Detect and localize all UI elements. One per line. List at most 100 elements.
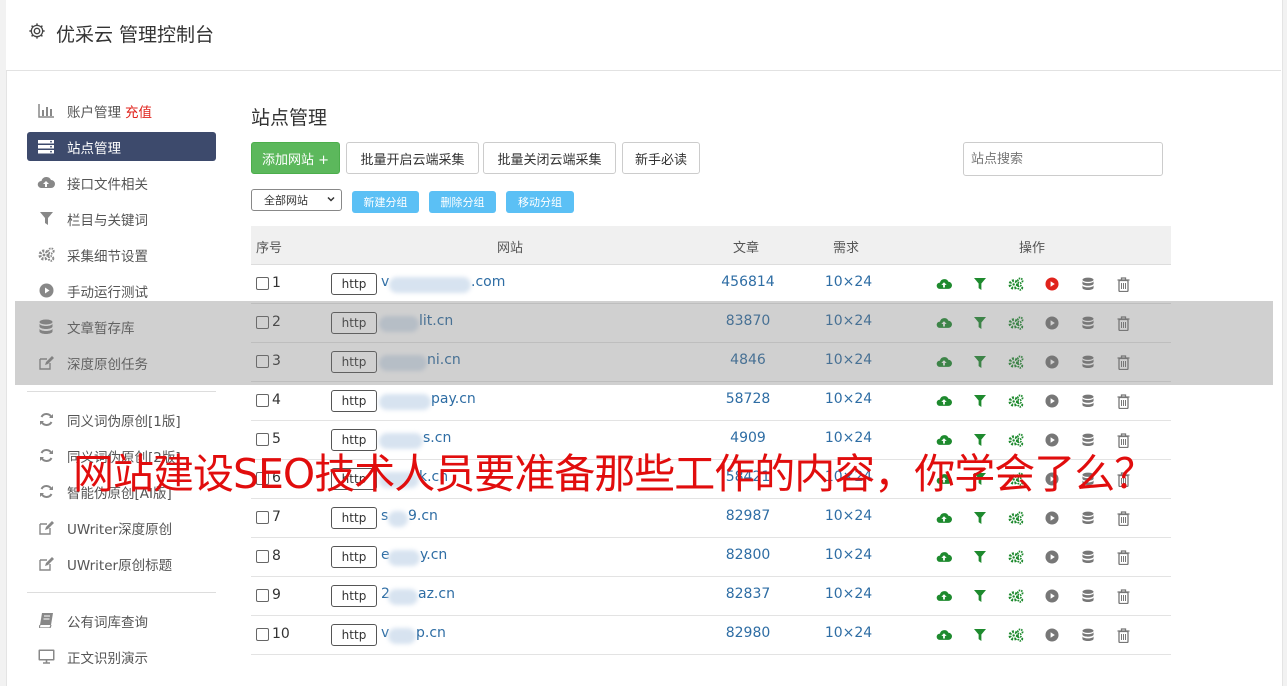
site-link[interactable]: 9.cn (408, 508, 438, 524)
new-group-button[interactable]: 新建分组 (352, 191, 419, 213)
trash-icon[interactable] (1114, 626, 1132, 644)
filter-icon[interactable] (971, 587, 989, 605)
delete-group-button[interactable]: 删除分组 (429, 191, 496, 213)
article-count[interactable]: 58728 (721, 391, 775, 407)
row-checkbox[interactable] (256, 628, 269, 641)
trash-icon[interactable] (1114, 275, 1132, 293)
refresh-icon (37, 447, 55, 465)
sidebar-item-synonym-v1[interactable]: 同义词伪原创[1版] (27, 405, 216, 434)
cloud-upload-icon[interactable] (935, 626, 953, 644)
article-count[interactable]: 82837 (721, 586, 775, 602)
cogs-icon[interactable] (1007, 392, 1025, 410)
sidebar-item-account[interactable]: 账户管理 充值 (27, 96, 216, 125)
recharge-link[interactable]: 充值 (125, 101, 152, 121)
play-circle-icon[interactable] (1043, 392, 1061, 410)
site-search-input[interactable] (963, 142, 1163, 176)
trash-icon[interactable] (1114, 509, 1132, 527)
site-link[interactable]: y.cn (420, 547, 447, 563)
play-circle-icon[interactable] (1043, 626, 1061, 644)
filter-icon[interactable] (971, 509, 989, 527)
sidebar-item-label: UWriter深度原创 (67, 521, 173, 538)
beginner-guide-button[interactable]: 新手必读 (622, 142, 700, 174)
cogs-icon[interactable] (1007, 275, 1025, 293)
row-checkbox[interactable] (256, 511, 269, 524)
move-group-button[interactable]: 移动分组 (506, 191, 574, 213)
row-checkbox[interactable] (256, 277, 269, 290)
filter-icon[interactable] (971, 275, 989, 293)
article-count[interactable]: 456814 (721, 274, 775, 290)
cloud-upload-icon[interactable] (935, 509, 953, 527)
sidebar-item-public-lexicon[interactable]: 公有词库查询 (27, 606, 216, 635)
overlay-caption: 网站建设SEO技术人员要准备那些工作的内容，你学会了么？ (73, 450, 1155, 498)
filter-icon[interactable] (971, 392, 989, 410)
cogs-icon (37, 246, 55, 264)
sidebar-item-collect-settings[interactable]: 采集细节设置 (27, 240, 216, 269)
sidebar-item-uwriter-title[interactable]: UWriter原创标题 (27, 549, 216, 578)
cloud-upload-icon (37, 174, 55, 192)
sidebar-item-interface[interactable]: 接口文件相关 (27, 168, 216, 197)
site-link[interactable]: pay.cn (431, 391, 476, 407)
cogs-icon[interactable] (1007, 587, 1025, 605)
play-circle-icon[interactable] (1043, 587, 1061, 605)
sidebar-item-label: 正文识别演示 (67, 650, 148, 667)
cloud-upload-icon[interactable] (935, 275, 953, 293)
group-select[interactable]: 全部网站 (251, 189, 342, 211)
play-circle-icon[interactable] (1043, 509, 1061, 527)
demand-value[interactable]: 10×24 (821, 625, 876, 641)
database-icon[interactable] (1079, 509, 1097, 527)
article-count[interactable]: 82987 (721, 508, 775, 524)
redacted-domain (379, 394, 431, 410)
play-circle-icon[interactable] (1043, 548, 1061, 566)
cogs-icon[interactable] (1007, 509, 1025, 527)
site-link[interactable]: az.cn (418, 586, 455, 602)
database-icon[interactable] (1079, 392, 1097, 410)
demand-value[interactable]: 10×24 (821, 274, 876, 290)
cloud-upload-icon[interactable] (935, 392, 953, 410)
row-checkbox[interactable] (256, 589, 269, 602)
demand-value[interactable]: 10×24 (821, 586, 876, 602)
filter-icon[interactable] (971, 626, 989, 644)
trash-icon[interactable] (1114, 392, 1132, 410)
database-icon[interactable] (1079, 626, 1097, 644)
add-site-button[interactable]: 添加网站 + (251, 142, 340, 174)
batch-enable-cloud-button[interactable]: 批量开启云端采集 (346, 142, 479, 174)
row-checkbox[interactable] (256, 394, 269, 407)
sidebar-item-label: UWriter原创标题 (67, 557, 173, 574)
sidebar-item-label: 栏目与关键词 (67, 212, 148, 229)
article-count[interactable]: 82980 (721, 625, 775, 641)
sidebar-item-uwriter-deep[interactable]: UWriter深度原创 (27, 513, 216, 542)
cogs-icon[interactable] (1007, 548, 1025, 566)
table-row: 9 http 2 az.cn 82837 10×24 (251, 576, 1171, 616)
database-icon[interactable] (1079, 275, 1097, 293)
database-icon[interactable] (1079, 548, 1097, 566)
site-link[interactable]: p.cn (416, 625, 446, 641)
cogs-icon[interactable] (1007, 626, 1025, 644)
trash-icon[interactable] (1114, 548, 1132, 566)
table-row: 1 http v .com 456814 10×24 (251, 264, 1171, 304)
article-count[interactable]: 82800 (721, 547, 775, 563)
sidebar-item-keywords[interactable]: 栏目与关键词 (27, 204, 216, 233)
redacted-domain (389, 277, 471, 293)
site-prefix[interactable]: s (381, 508, 388, 524)
filter-icon[interactable] (971, 548, 989, 566)
site-prefix[interactable]: v (381, 274, 389, 290)
col-site: 网站 (497, 241, 524, 256)
row-seq: 10 (272, 626, 290, 642)
sidebar-item-label: 站点管理 (67, 140, 121, 157)
sidebar-item-label: 手动运行测试 (67, 284, 148, 301)
row-checkbox[interactable] (256, 550, 269, 563)
demand-value[interactable]: 10×24 (821, 547, 876, 563)
batch-disable-cloud-button[interactable]: 批量关闭云端采集 (483, 142, 616, 174)
protocol-badge: http (331, 507, 377, 529)
site-link[interactable]: .com (471, 274, 505, 290)
trash-icon[interactable] (1114, 587, 1132, 605)
sidebar-item-sites[interactable]: 站点管理 (27, 132, 216, 161)
database-icon[interactable] (1079, 587, 1097, 605)
cloud-upload-icon[interactable] (935, 587, 953, 605)
cloud-upload-icon[interactable] (935, 548, 953, 566)
play-circle-icon[interactable] (1043, 275, 1061, 293)
col-seq: 序号 (256, 241, 283, 256)
demand-value[interactable]: 10×24 (821, 391, 876, 407)
sidebar-item-text-recognition[interactable]: 正文识别演示 (27, 642, 216, 671)
demand-value[interactable]: 10×24 (821, 508, 876, 524)
